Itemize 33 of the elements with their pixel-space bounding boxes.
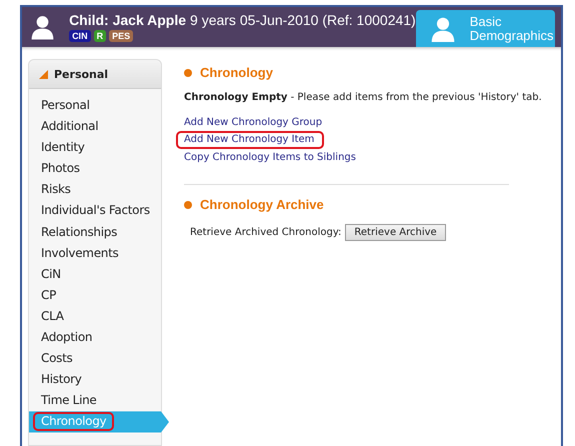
sidebar-item[interactable]: CLA <box>29 306 161 328</box>
section-title: Chronology <box>200 65 273 80</box>
sidebar-item[interactable]: Identity <box>29 137 161 158</box>
action-link[interactable]: Copy Chronology Items to Siblings <box>184 152 356 163</box>
child-name: Child: Jack Apple <box>69 12 186 28</box>
sidebar-item[interactable]: History <box>29 369 161 390</box>
sidebar-item[interactable]: Individual's Factors <box>29 200 161 222</box>
sidebar-item[interactable]: Costs <box>29 348 161 370</box>
bullet-icon <box>184 200 192 208</box>
sidebar-item[interactable]: Involvements <box>29 242 161 264</box>
sidebar-item[interactable]: Photos <box>29 158 161 180</box>
sidebar-item[interactable]: Relationships <box>29 222 161 243</box>
status-badge: CIN <box>69 30 91 42</box>
sidebar-item[interactable]: Additional <box>29 116 161 138</box>
sidebar-item[interactable]: Adoption <box>29 327 161 348</box>
status-badge: PES <box>109 30 134 42</box>
retrieve-archive-button[interactable]: Retrieve Archive <box>345 224 446 241</box>
status-badge: R <box>94 30 106 42</box>
sidebar-header[interactable]: Personal <box>29 60 161 89</box>
action-link[interactable]: Add New Chronology Group <box>184 117 322 128</box>
sidebar-item[interactable]: Personal <box>29 95 161 116</box>
sidebar-item[interactable]: Risks <box>29 179 161 200</box>
person-icon <box>430 16 456 42</box>
section-title: Chronology Archive <box>200 197 324 212</box>
sidebar-item[interactable]: CiN <box>29 264 161 285</box>
child-details: 9 years 05-Jun-2010 (Ref: 1000241) <box>190 12 416 28</box>
field-label: Retrieve Archived Chronology: <box>190 227 342 238</box>
sidebar-item[interactable]: Time Line <box>29 390 161 412</box>
action-link[interactable]: Add New Chronology Item <box>176 131 324 149</box>
sidebar-item[interactable]: CP <box>29 284 161 306</box>
bullet-icon <box>184 68 192 76</box>
empty-message: Chronology Empty - Please add items from the previous 'History' tab. <box>184 92 543 103</box>
expanded-icon <box>39 70 48 78</box>
